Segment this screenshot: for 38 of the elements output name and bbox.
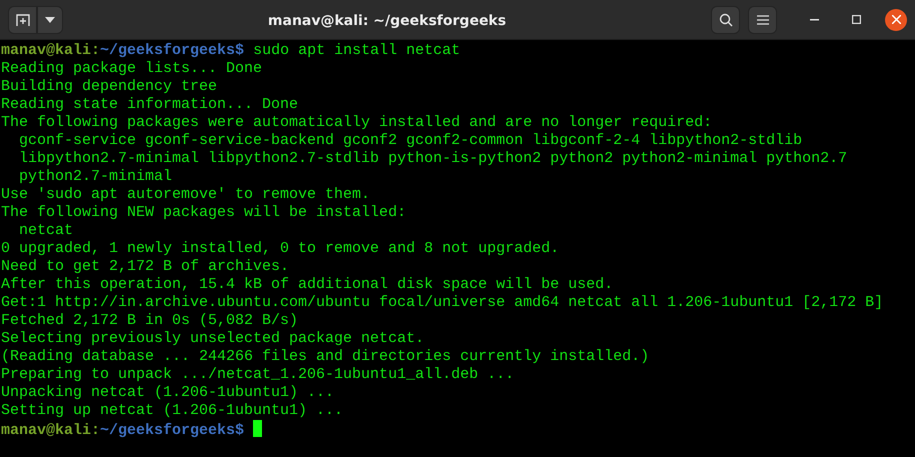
- maximize-icon: [852, 15, 860, 24]
- output-line: gconf-service gconf-service-backend gconf2 gconf2-common libgconf-2-4 libpython2-stdlib: [18, 132, 802, 149]
- menu-button[interactable]: [748, 6, 777, 34]
- minimize-icon: [810, 18, 818, 20]
- output-line: (Reading database ... 244266 files and directories currently installed.): [1, 348, 650, 365]
- output-line: Use 'sudo apt autoremove' to remove them.: [1, 186, 370, 203]
- output-line: python2.7-minimal: [18, 168, 172, 185]
- output-line: libpython2.7-minimal libpython2.7-stdlib python-is-python2 python2 python2-minimal python2.7: [18, 150, 848, 167]
- output-line: 0 upgraded, 1 newly installed, 0 to remove and 8 not upgraded.: [1, 240, 560, 257]
- new-tab-button[interactable]: [8, 6, 37, 34]
- output-line: The following NEW packages will be installed:: [1, 204, 406, 221]
- output-line: After this operation, 15.4 kB of additional disk space will be used.: [1, 276, 614, 293]
- command-text: sudo apt install netcat: [252, 42, 460, 59]
- output-line: Building dependency tree: [1, 78, 218, 95]
- output-line: Fetched 2,172 B in 0s (5,082 B/s): [1, 312, 298, 329]
- window-title: manav@kali: ~/geeksforgeeks: [268, 12, 506, 28]
- output-line: The following packages were automatically installed and are no longer required:: [1, 114, 712, 131]
- output-line: Reading package lists... Done: [1, 60, 262, 77]
- output-line: Need to get 2,172 B of archives.: [1, 258, 290, 275]
- search-button[interactable]: [711, 6, 740, 34]
- prompt-path: ~/geeksforgeeks$: [100, 42, 244, 59]
- new-tab-icon: [16, 12, 30, 26]
- menu-icon: [756, 14, 768, 24]
- prompt-user-host: manav@kali:: [1, 422, 100, 439]
- output-line: Setting up netcat (1.206-1ubuntu1) ...: [1, 402, 344, 419]
- prompt-user-host: manav@kali:: [1, 42, 100, 59]
- dropdown-button[interactable]: [37, 6, 63, 34]
- close-icon: [892, 15, 900, 24]
- prompt-path: ~/geeksforgeeks$: [100, 422, 244, 439]
- close-button[interactable]: [885, 8, 907, 30]
- output-line: netcat: [18, 222, 74, 239]
- output-line: Selecting previously unselected package netcat.: [1, 330, 424, 347]
- output-line: Preparing to unpack .../netcat_1.206-1ubuntu1_all.deb ...: [1, 366, 514, 383]
- output-line: Get:1 http://in.archive.ubuntu.com/ubuntu focal/universe amd64 netcat all 1.206-1ubuntu1 [2,172 B]: [1, 294, 884, 311]
- search-icon: [718, 12, 732, 26]
- output-line: Unpacking netcat (1.206-1ubuntu1) ...: [1, 384, 334, 401]
- output-line: Reading state information... Done: [1, 96, 298, 113]
- caret-icon: [45, 16, 55, 22]
